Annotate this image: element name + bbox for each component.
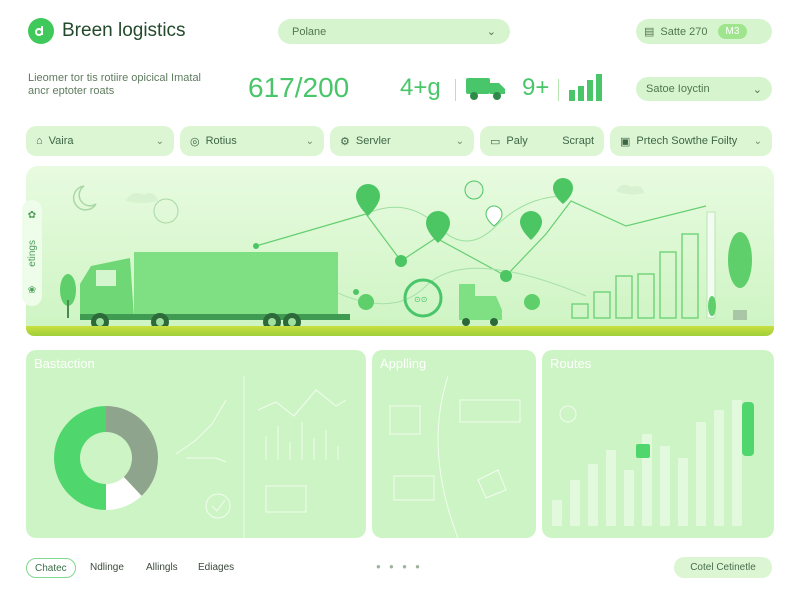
panel-applling[interactable]: Applling — [372, 350, 536, 538]
globe-icon — [153, 198, 179, 224]
chevron-down-icon: ⌄ — [305, 135, 314, 147]
status-select[interactable]: Satoe Ioyctin ⌄ — [636, 77, 772, 101]
pagination-dots[interactable]: ● ● ● ● — [376, 562, 423, 571]
donut-chart — [54, 406, 159, 510]
filter-vaira[interactable]: ⌂ Vaira ⌄ — [26, 126, 174, 156]
donut-segment — [54, 406, 106, 510]
service-icon: ⚙ — [340, 135, 350, 148]
clipboard-icon: ▤ — [644, 26, 655, 38]
user-tag: M3 — [717, 24, 748, 39]
side-rail[interactable]: ✿ etings ❀ — [22, 200, 42, 306]
large-truck-icon — [80, 252, 350, 331]
subtitle-line-1: Lieomer tor tis rotiire opicical Imatal — [28, 72, 202, 84]
chevron-down-icon: ⌄ — [752, 83, 762, 96]
filter-label: Servler — [355, 135, 391, 147]
panel-routes[interactable]: Routes — [542, 350, 774, 538]
search-select-value: Polane — [292, 25, 327, 38]
hero-illustration: ⊙⊙ — [26, 166, 774, 336]
footer-link[interactable]: Allingls — [146, 562, 178, 573]
stat-third: 9+ — [522, 74, 550, 101]
home-icon: ⌂ — [36, 135, 43, 147]
road — [26, 326, 774, 336]
filter-label: Rotius — [205, 135, 237, 147]
cloud-icon — [126, 193, 158, 203]
user-name: Satte 270 — [660, 25, 708, 38]
settings-icon: ✿ — [27, 209, 37, 221]
chevron-down-icon: ⌄ — [753, 135, 762, 147]
chevron-down-icon: ⌄ — [455, 135, 464, 147]
stat-second: 4+g — [400, 74, 441, 101]
donut-segment — [106, 406, 159, 496]
truck-small-icon: ▣ — [620, 135, 631, 148]
small-truck-icon — [459, 284, 502, 326]
footer-link[interactable]: Ndlinge — [90, 562, 124, 573]
divider — [558, 79, 559, 101]
filter-paly[interactable]: ▭ Paly Scrapt — [480, 126, 604, 156]
location-pin-icon — [356, 178, 573, 243]
chevron-down-icon: ⌄ — [486, 26, 496, 38]
filter-label: Vaira — [48, 135, 74, 147]
filter-label: Prtech Sowthe Foilty — [636, 135, 738, 147]
panel-bastaction[interactable]: Bastaction — [26, 350, 366, 538]
svg-text:⊙⊙: ⊙⊙ — [414, 295, 427, 304]
leaf-icon: ❀ — [27, 285, 37, 297]
divider — [455, 79, 456, 101]
cloud-icon — [616, 184, 644, 195]
subtitle-line-2: ancr eptoter roats — [28, 85, 115, 97]
footer-chatec-button[interactable]: Chatec — [26, 558, 76, 578]
filter-extra: Scrapt — [562, 135, 594, 147]
bar-chart-icon — [568, 72, 604, 107]
filter-facility[interactable]: ▣ Prtech Sowthe Foilty ⌄ — [610, 126, 772, 156]
filter-rotius[interactable]: ◎ Rotius ⌄ — [180, 126, 324, 156]
footer-link[interactable]: Ediages — [198, 562, 234, 573]
moon-icon — [72, 185, 97, 211]
search-select[interactable]: Polane ⌄ — [278, 19, 510, 44]
page-subtitle: Lieomer tor tis rotiire opicical Imatal … — [28, 72, 238, 98]
user-menu[interactable]: ▤ Satte 270 M3 — [636, 19, 772, 44]
stat-main: 617/200 — [248, 72, 350, 103]
route-icon: ◎ — [190, 135, 200, 148]
footer-right-button[interactable]: Cotel Cetinetle — [674, 557, 772, 578]
filter-servler[interactable]: ⚙ Servler ⌄ — [330, 126, 474, 156]
status-select-label: Satoe Ioyctin — [646, 83, 710, 95]
filter-label: Paly — [506, 135, 528, 147]
app-logo-icon — [28, 18, 54, 44]
document-icon: ▭ — [490, 135, 501, 148]
app-title: Breen logistics — [62, 20, 186, 41]
chevron-down-icon: ⌄ — [155, 135, 164, 147]
side-rail-label: etings — [26, 239, 38, 267]
truck-icon — [465, 74, 507, 107]
